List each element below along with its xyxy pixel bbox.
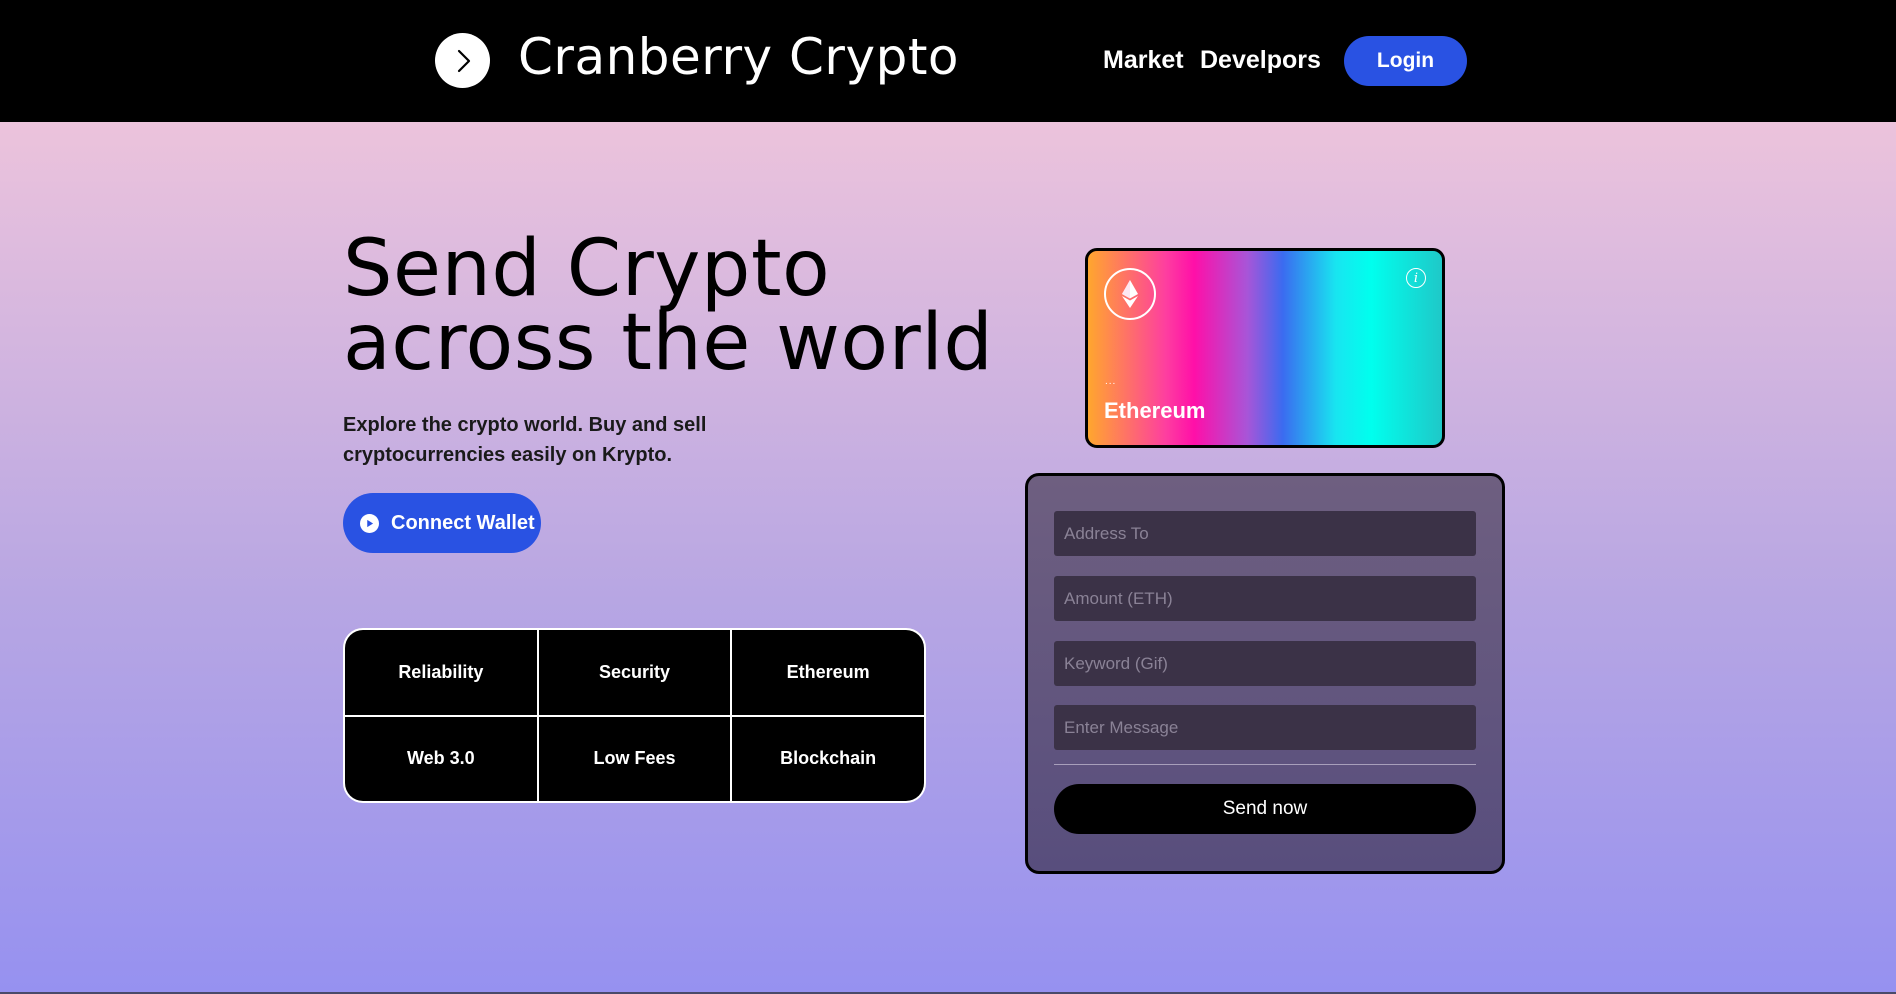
info-icon[interactable]: i [1406, 268, 1426, 288]
headline-line-2: across the world [343, 298, 994, 388]
navbar: Cranberry Crypto Market Develpors Login [0, 0, 1896, 122]
feature-blockchain: Blockchain [732, 716, 924, 801]
nav-link-developers[interactable]: Develpors [1200, 46, 1321, 75]
connect-wallet-label: Connect Wallet [391, 511, 535, 534]
hero-section: Send Crypto across the world Explore the… [0, 122, 1896, 992]
feature-web3: Web 3.0 [345, 716, 537, 801]
message-input[interactable] [1054, 705, 1476, 750]
features-grid: Reliability Security Ethereum Web 3.0 Lo… [343, 628, 926, 803]
amount-input[interactable] [1054, 576, 1476, 621]
send-now-button[interactable]: Send now [1054, 784, 1476, 834]
headline-line-1: Send Crypto [343, 224, 831, 314]
feature-low-fees: Low Fees [538, 716, 731, 801]
feature-reliability: Reliability [345, 630, 537, 715]
connect-wallet-button[interactable]: Connect Wallet [343, 493, 541, 553]
hero-subtext: Explore the crypto world. Buy and sell c… [343, 414, 707, 466]
brand-name[interactable]: Cranberry Crypto [518, 28, 959, 86]
card-address: ... [1105, 376, 1117, 387]
ethereum-icon [1104, 268, 1156, 320]
login-button[interactable]: Login [1344, 36, 1467, 86]
hero-headline: Send Crypto across the world [343, 224, 994, 388]
nav-link-market[interactable]: Market [1103, 46, 1184, 75]
ethereum-card: i ... Ethereum [1085, 248, 1445, 448]
feature-security: Security [538, 630, 731, 715]
chevron-right-logo-icon[interactable] [435, 33, 490, 88]
keyword-input[interactable] [1054, 641, 1476, 686]
card-currency-name: Ethereum [1104, 398, 1206, 423]
feature-ethereum: Ethereum [732, 630, 924, 715]
form-divider [1054, 764, 1476, 765]
send-form: Send now [1025, 473, 1505, 874]
play-icon [360, 513, 379, 533]
address-to-input[interactable] [1054, 511, 1476, 556]
